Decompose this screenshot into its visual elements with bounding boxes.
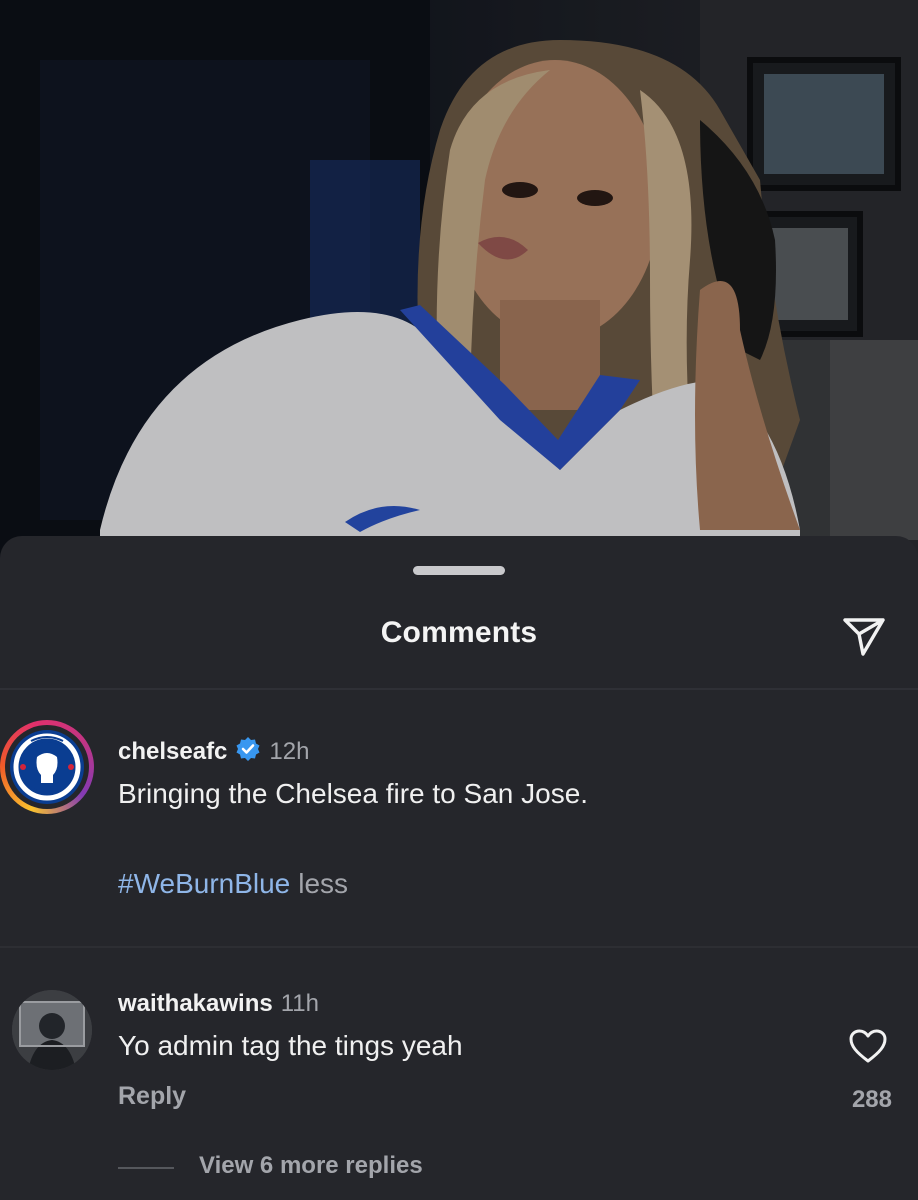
comment-timestamp: 12h: [269, 738, 310, 765]
like-button[interactable]: [842, 1022, 894, 1070]
user-photo-avatar: [12, 990, 92, 1070]
post-photo-illustration: [0, 0, 918, 560]
comment-username[interactable]: waithakawins 11h: [118, 990, 319, 1018]
comment-timestamp: 11h: [280, 990, 319, 1017]
send-icon: [843, 618, 885, 656]
comment-divider: [0, 946, 918, 948]
post-photo: [0, 0, 918, 560]
comment-body: Bringing the Chelsea fire to San Jose.: [118, 778, 589, 809]
less-toggle[interactable]: less: [298, 868, 348, 899]
comment-hashtag-line: #WeBurnBlue less: [118, 868, 348, 900]
sheet-title: Comments: [380, 616, 538, 649]
view-more-replies-button[interactable]: View 6 more replies: [199, 1152, 423, 1180]
username-text[interactable]: chelseafc: [118, 738, 227, 765]
comment-username[interactable]: chelseafc 12h: [118, 736, 309, 769]
drag-handle[interactable]: [413, 566, 505, 575]
username-text[interactable]: waithakawins: [118, 990, 273, 1017]
reply-button[interactable]: Reply: [118, 1082, 186, 1111]
hashtag-link[interactable]: #WeBurnBlue: [118, 868, 290, 899]
replies-line: [118, 1167, 174, 1169]
verified-badge-icon: [235, 736, 261, 769]
instagram-post-view: Comments chelseafc 12h Bringing the Chels…: [0, 0, 918, 1200]
like-count: 288: [851, 1086, 892, 1113]
comment-body: Yo admin tag the tings yeah: [118, 1030, 463, 1061]
chelsea-crest-icon: [10, 730, 84, 804]
share-button[interactable]: [834, 608, 894, 664]
avatar-story-ring[interactable]: [0, 720, 94, 814]
heart-icon: [849, 1029, 887, 1063]
sheet-header-divider: [0, 688, 918, 690]
avatar: [5, 725, 89, 809]
avatar[interactable]: [12, 990, 92, 1070]
